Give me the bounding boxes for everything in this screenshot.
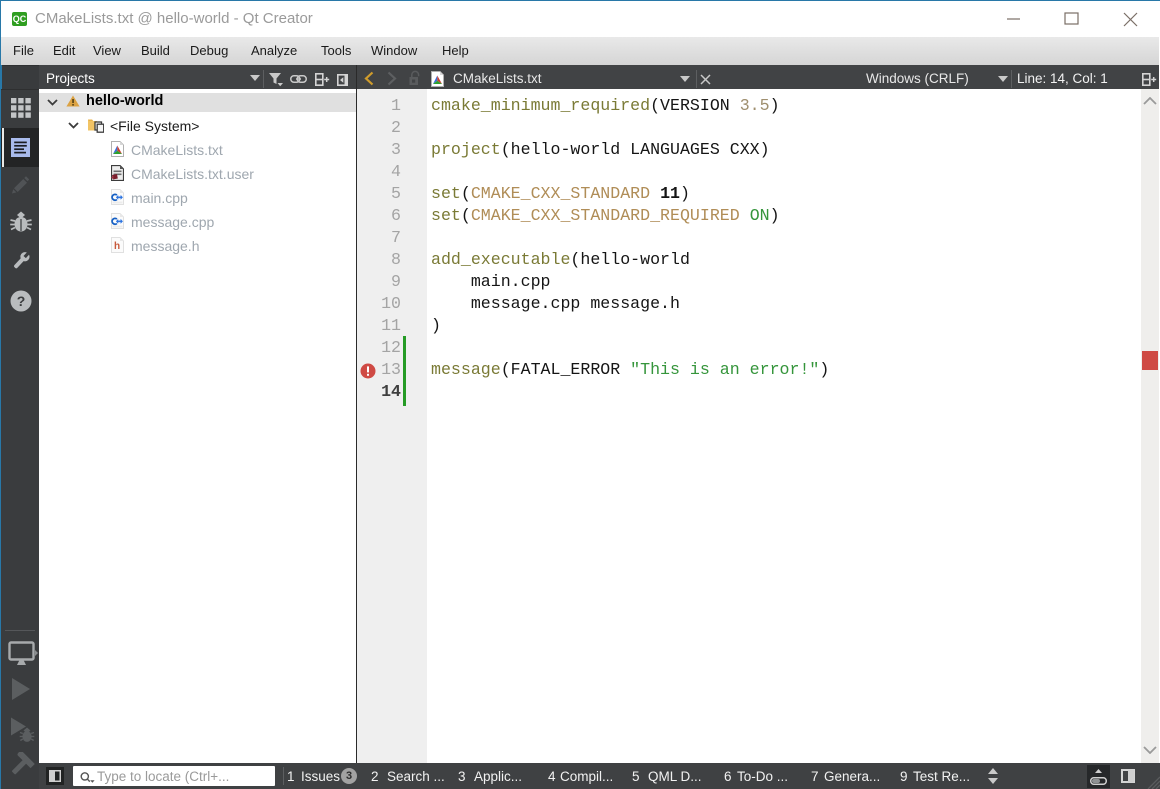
svg-text:?: ? <box>17 293 26 309</box>
svg-text:h: h <box>114 241 120 252</box>
